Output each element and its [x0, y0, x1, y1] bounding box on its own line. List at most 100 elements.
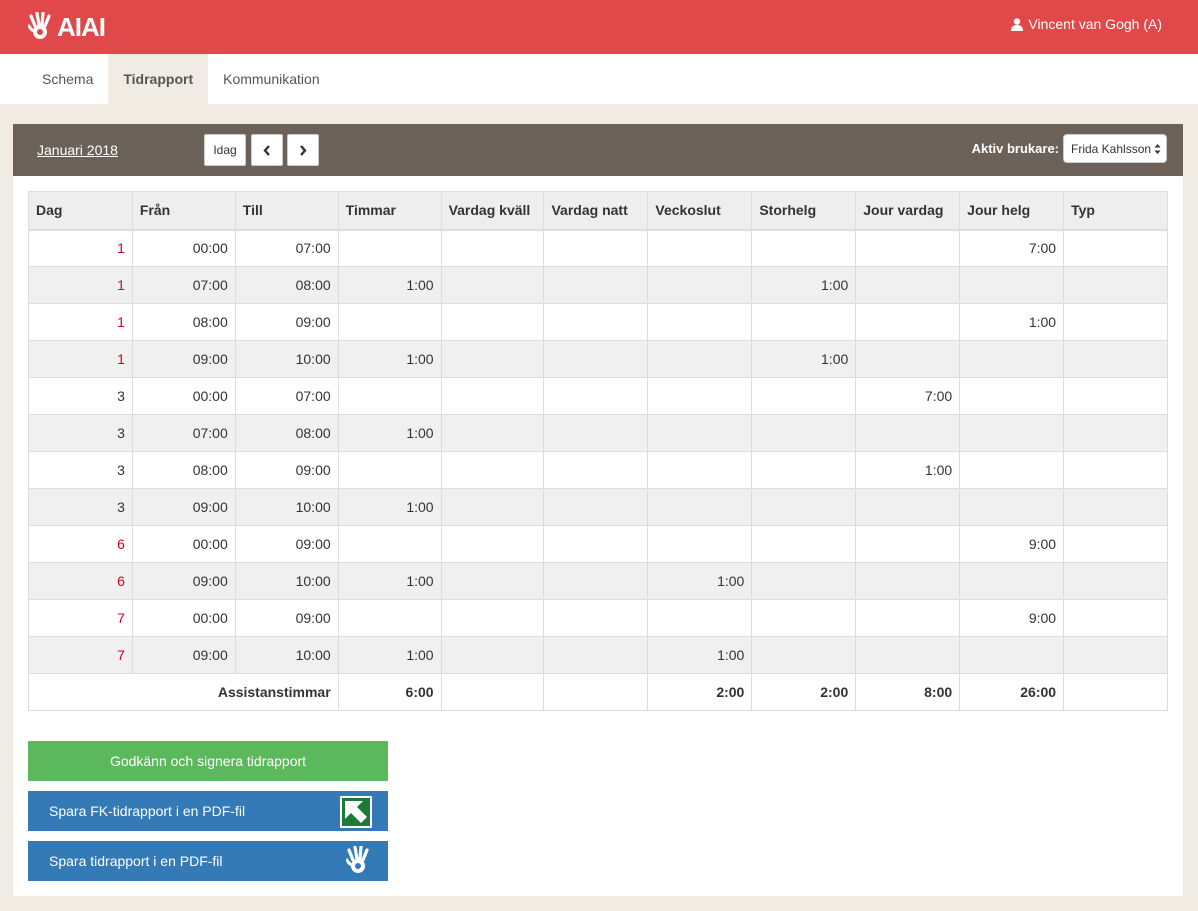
table-header-row: Dag Från Till Timmar Vardag kväll Vardag… — [28, 191, 1168, 231]
table-cell — [959, 340, 1065, 378]
table-cell — [647, 303, 753, 341]
table-cell — [543, 266, 649, 304]
table-cell — [543, 229, 649, 267]
month-link[interactable]: Januari 2018 — [37, 142, 118, 158]
approve-sign-button[interactable]: Godkänn och signera tidrapport — [28, 741, 388, 781]
table-cell — [337, 303, 442, 341]
day-cell: 6 — [28, 562, 133, 600]
table-cell: 07:00 — [234, 377, 339, 415]
prev-month-button[interactable] — [251, 134, 283, 166]
table-cell — [440, 562, 545, 600]
col-header: Jour helg — [959, 191, 1065, 231]
table-row: 3 00:00 07:00 7:00 — [28, 377, 1168, 415]
table-cell — [440, 525, 545, 563]
table-cell: 08:00 — [234, 414, 339, 452]
table-cell — [1063, 303, 1168, 341]
table-cell: 08:00 — [234, 266, 339, 304]
table-cell — [1063, 562, 1168, 600]
totals-label: Assistanstimmar — [28, 673, 339, 711]
table-cell — [751, 303, 857, 341]
table-cell — [855, 525, 961, 563]
approve-label: Godkänn och signera tidrapport — [109, 753, 307, 769]
panel-header: Januari 2018 Idag Aktiv brukare: Frida K… — [13, 124, 1183, 176]
table-row: 3 09:00 10:00 1:00 — [28, 488, 1168, 526]
table-cell — [855, 340, 961, 378]
fk-pdf-label: Spara FK-tidrapport i en PDF-fil — [49, 803, 246, 819]
table-row: 1 08:00 09:00 1:00 — [28, 303, 1168, 341]
select-arrows-icon — [1154, 144, 1161, 154]
table-cell — [855, 303, 961, 341]
table-cell: 7:00 — [855, 377, 961, 415]
table-cell — [855, 562, 961, 600]
table-cell — [1063, 229, 1168, 267]
table-cell — [751, 525, 857, 563]
table-cell — [959, 562, 1065, 600]
col-header: Typ — [1063, 191, 1168, 231]
table-cell — [647, 340, 753, 378]
logo-text: AIAI — [57, 11, 106, 42]
user-icon — [1011, 17, 1024, 31]
table-cell — [751, 229, 857, 267]
table-cell — [440, 377, 545, 415]
table-row: 1 09:00 10:00 1:00 1:00 — [28, 340, 1168, 378]
active-user-value: Frida Kahlsson — [1071, 141, 1152, 156]
table-cell — [1063, 488, 1168, 526]
table-row: 7 09:00 10:00 1:00 1:00 — [28, 636, 1168, 674]
save-pdf-button[interactable]: Spara tidrapport i en PDF-fil — [28, 841, 388, 881]
table-cell — [855, 599, 961, 637]
table-cell — [647, 599, 753, 637]
table-row: 1 07:00 08:00 1:00 1:00 — [28, 266, 1168, 304]
total-cell: 26:00 — [959, 673, 1065, 711]
today-button[interactable]: Idag — [204, 134, 246, 166]
col-header: Jour vardag — [855, 191, 961, 231]
hand-logo-icon — [28, 12, 51, 39]
table-cell — [1063, 636, 1168, 674]
table-cell — [440, 266, 545, 304]
next-month-button[interactable] — [287, 134, 319, 166]
save-fk-pdf-button[interactable]: Spara FK-tidrapport i en PDF-fil — [28, 791, 388, 831]
table-cell — [337, 599, 442, 637]
table-cell: 10:00 — [234, 562, 339, 600]
main-nav: Schema Tidrapport Kommunikation — [0, 54, 1198, 104]
total-cell: 8:00 — [855, 673, 961, 711]
tab-tidrapport[interactable]: Tidrapport — [108, 54, 209, 104]
table-cell — [647, 414, 753, 452]
table-cell — [959, 451, 1065, 489]
table-cell — [855, 636, 961, 674]
total-cell: 2:00 — [647, 673, 753, 711]
tab-kommunikation[interactable]: Kommunikation — [208, 54, 335, 104]
table-cell — [959, 266, 1065, 304]
table-cell — [959, 636, 1065, 674]
app-logo[interactable]: AIAI — [28, 11, 106, 43]
total-cell: 2:00 — [751, 673, 857, 711]
total-cell — [543, 673, 649, 711]
table-cell — [1063, 599, 1168, 637]
active-user-select[interactable]: Frida Kahlsson — [1063, 134, 1167, 163]
table-cell: 1:00 — [337, 562, 442, 600]
col-header: Storhelg — [751, 191, 857, 231]
table-cell: 1:00 — [647, 562, 753, 600]
table-cell — [337, 451, 442, 489]
day-cell: 1 — [28, 303, 133, 341]
col-header: Vardag kväll — [440, 191, 545, 231]
table-cell: 07:00 — [131, 414, 236, 452]
day-cell: 7 — [28, 599, 133, 637]
table-cell — [337, 229, 442, 267]
table-cell — [337, 525, 442, 563]
chevron-left-icon — [263, 144, 270, 156]
table-row: 7 00:00 09:00 9:00 — [28, 599, 1168, 637]
table-cell — [751, 377, 857, 415]
table-cell — [751, 599, 857, 637]
user-name: Vincent van Gogh (A) — [1028, 16, 1162, 32]
table-cell: 1:00 — [751, 340, 857, 378]
pdf-label: Spara tidrapport i en PDF-fil — [49, 853, 223, 869]
table-cell — [647, 229, 753, 267]
tab-schema[interactable]: Schema — [27, 54, 108, 104]
table-cell: 1:00 — [337, 340, 442, 378]
user-menu[interactable]: Vincent van Gogh (A) — [1011, 16, 1162, 32]
table-cell — [751, 562, 857, 600]
table-cell — [543, 451, 649, 489]
table-cell — [647, 488, 753, 526]
table-cell — [543, 414, 649, 452]
table-body: 1 00:00 07:00 7:00 1 07:00 08:00 1:00 1:00 1 08:00… — [28, 229, 1168, 711]
